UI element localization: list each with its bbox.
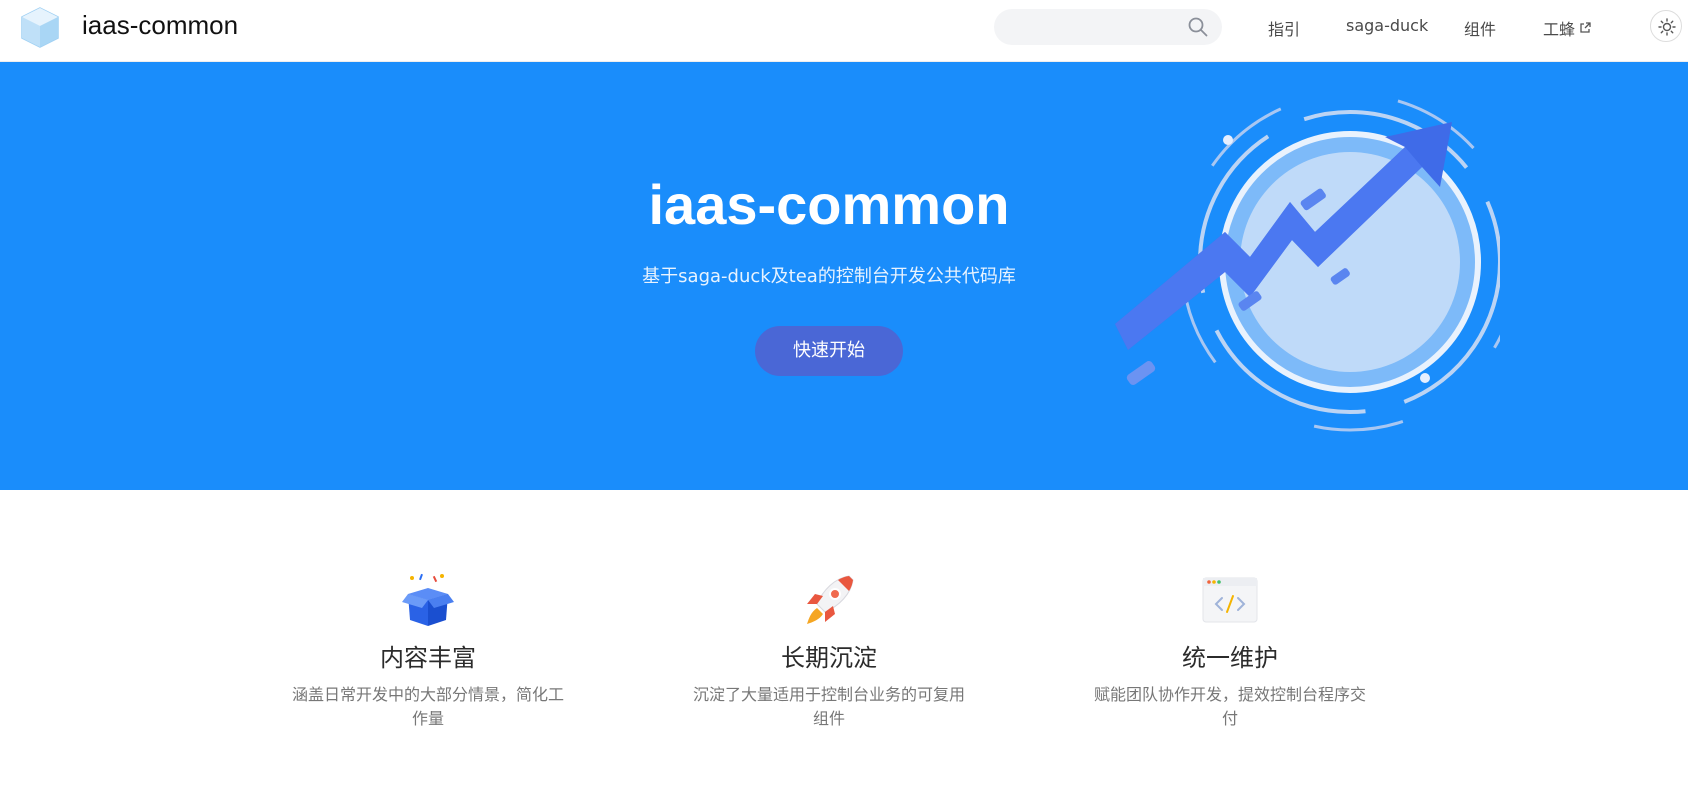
feature-description: 沉淀了大量适用于控制台业务的可复用组件 — [692, 685, 965, 728]
feature-title: 统一维护 — [1182, 644, 1278, 672]
nav-link-components[interactable]: 组件 — [1464, 16, 1496, 40]
nav-link-guide[interactable]: 指引 — [1268, 16, 1300, 40]
top-nav-bar: iaas-common 指引 saga-duck 组件 工蜂 — [0, 0, 1688, 62]
feature-card-rich-content: 内容丰富 涵盖日常开发中的大部分情景，简化工作量 — [278, 570, 578, 731]
logo-cube-icon[interactable] — [18, 4, 62, 50]
feature-title: 长期沉淀 — [781, 644, 877, 672]
external-link-icon — [1579, 19, 1591, 33]
get-started-button[interactable]: 快速开始 — [755, 326, 903, 376]
search-icon[interactable] — [1188, 17, 1208, 37]
code-window-icon — [1200, 570, 1260, 630]
features-section: 内容丰富 涵盖日常开发中的大部分情景，简化工作量 长期沉淀 沉淀了大量适用于控制… — [0, 490, 1688, 800]
nav-link-gongfeng[interactable]: 工蜂 — [1543, 16, 1591, 40]
feature-card-long-term: 长期沉淀 沉淀了大量适用于控制台业务的可复用组件 — [679, 570, 979, 731]
feature-title: 内容丰富 — [380, 644, 476, 672]
theme-toggle-button[interactable] — [1650, 10, 1682, 42]
feature-description: 涵盖日常开发中的大部分情景，简化工作量 — [291, 685, 564, 728]
search-box[interactable] — [994, 9, 1222, 45]
nav-link-saga-duck[interactable]: saga-duck — [1346, 16, 1428, 35]
growth-arrow-illustration — [1100, 82, 1520, 462]
gift-box-icon — [398, 570, 458, 630]
nav-link-gongfeng-label: 工蜂 — [1543, 20, 1576, 39]
feature-description: 赋能团队协作开发，提效控制台程序交付 — [1093, 685, 1366, 728]
feature-card-unified-maintenance: 统一维护 赋能团队协作开发，提效控制台程序交付 — [1080, 570, 1380, 731]
hero-banner: iaas-common 基于saga-duck及tea的控制台开发公共代码库 快… — [0, 62, 1688, 490]
brand-title[interactable]: iaas-common — [82, 10, 238, 41]
rocket-icon — [799, 570, 859, 630]
